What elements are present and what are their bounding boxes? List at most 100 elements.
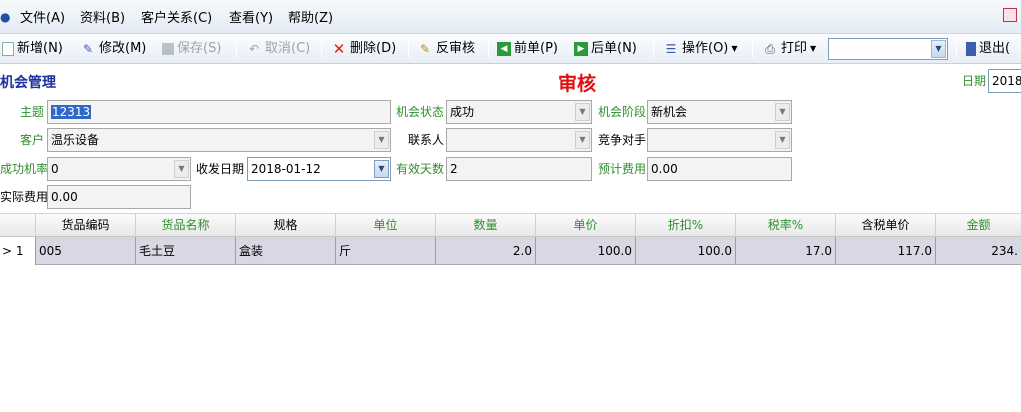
menu-crm[interactable]: 客户关系(C) [141,10,212,28]
cell-amount[interactable]: 234. [936,237,1021,265]
toolbar-separator [236,40,237,58]
operations-icon: ☰ [665,42,677,56]
customer-value: 温乐设备 [51,133,100,147]
save-icon [162,43,174,55]
row-indicator[interactable]: > 1 [0,237,36,265]
ship-date-picker[interactable]: 2018-01-12 ▼ [247,157,391,181]
undo-icon: ↶ [248,42,260,56]
save-button[interactable]: 保存(S) [162,37,221,61]
opportunity-form: 机会管理 审核 日期 2018 主题 12313 机会状态 成功 ▼ 机会阶段 新… [0,65,1021,215]
grid-header-corner [0,214,36,238]
column-header-code[interactable]: 货品编码 [36,214,136,238]
cell-taxed-price[interactable]: 117.0 [836,237,936,265]
chevron-down-icon[interactable]: ▼ [575,103,590,121]
column-header-taxed-price[interactable]: 含税单价 [836,214,936,238]
chevron-down-icon: ▼ [731,44,738,53]
customer-select[interactable]: 温乐设备 ▼ [47,128,391,152]
chevron-down-icon[interactable]: ▼ [374,131,389,149]
column-header-qty[interactable]: 数量 [436,214,536,238]
unaudit-button[interactable]: ✎ 反审核 [417,37,475,61]
menu-help[interactable]: 帮助(Z) [288,10,333,28]
exit-button-label: 退出( [979,41,1011,56]
menu-bar: ● 文件(A) 资料(B) 客户关系(C) 查看(Y) 帮助(Z) [0,0,1021,34]
valid-days-field[interactable]: 2 [446,157,592,181]
column-header-tax[interactable]: 税率% [736,214,836,238]
chevron-down-icon[interactable]: ▼ [775,131,790,149]
product-grid: 货品编码 货品名称 规格 单位 数量 单价 折扣% 税率% 含税单价 金额 > … [0,213,1021,268]
menu-view[interactable]: 查看(Y) [229,10,273,28]
ship-date-label: 收发日期 [195,162,244,176]
cell-discount[interactable]: 100.0 [636,237,736,265]
menu-data[interactable]: 资料(B) [80,10,125,28]
cancel-button[interactable]: ↶ 取消(C) [246,37,310,61]
app-icon: ● [0,10,11,24]
print-button-label: 打印 [781,41,808,56]
unaudit-button-label: 反审核 [436,41,476,56]
column-header-unit[interactable]: 单位 [336,214,436,238]
actual-cost-field[interactable]: 0.00 [47,185,191,209]
edit-icon: ✎ [82,42,94,56]
exit-button[interactable]: 退出( [966,37,1010,61]
menu-file[interactable]: 文件(A) [20,10,65,28]
cell-unit[interactable]: 斤 [336,237,436,265]
success-rate-select[interactable]: 0 ▼ [47,157,191,181]
window-restore-icon[interactable] [1003,8,1017,22]
date-field-value: 2018 [992,74,1021,88]
operations-button[interactable]: ☰ 操作(O) ▼ [663,37,738,61]
opp-stage-label: 机会阶段 [597,105,646,119]
toolbar-combo[interactable]: ▼ [828,38,948,60]
chevron-down-icon[interactable]: ▼ [174,160,189,178]
delete-button-label: 删除(D) [350,41,397,56]
unaudit-icon: ✎ [419,42,431,56]
opp-stage-select[interactable]: 新机会 ▼ [647,100,792,124]
delete-button[interactable]: ✕ 删除(D) [331,37,396,61]
est-cost-value: 0.00 [651,162,678,176]
opp-stage-value: 新机会 [651,105,688,119]
chevron-down-icon[interactable]: ▼ [931,40,946,58]
competitor-select[interactable]: ▼ [647,128,792,152]
actual-cost-label: 实际费用 [0,190,49,204]
date-field[interactable]: 2018 [988,69,1021,93]
column-header-spec[interactable]: 规格 [236,214,336,238]
prev-button-label: 前单(P) [514,41,558,56]
actual-cost-value: 0.00 [51,190,78,204]
cell-name[interactable]: 毛土豆 [136,237,236,265]
column-header-discount[interactable]: 折扣% [636,214,736,238]
column-header-price[interactable]: 单价 [536,214,636,238]
chevron-down-icon[interactable]: ▼ [374,160,389,178]
cell-price[interactable]: 100.0 [536,237,636,265]
table-row[interactable]: > 1 005 毛土豆 盒装 斤 2.0 100.0 100.0 17.0 11… [0,237,1021,265]
cell-code[interactable]: 005 [36,237,136,265]
cancel-button-label: 取消(C) [265,41,311,56]
valid-days-value: 2 [450,162,458,176]
chevron-down-icon[interactable]: ▼ [575,131,590,149]
cell-tax[interactable]: 17.0 [736,237,836,265]
cell-spec[interactable]: 盒装 [236,237,336,265]
contact-select[interactable]: ▼ [446,128,592,152]
print-button[interactable]: ⎙ 打印 ▼ [762,37,816,61]
column-header-amount[interactable]: 金额 [936,214,1021,238]
next-button[interactable]: ▶ 后单(N) [574,37,637,61]
edit-button[interactable]: ✎ 修改(M) [80,37,146,61]
prev-arrow-icon: ◀ [497,42,511,56]
ship-date-value: 2018-01-12 [251,162,321,176]
est-cost-field[interactable]: 0.00 [647,157,792,181]
subject-field[interactable]: 12313 [47,100,391,124]
toolbar-separator [752,40,753,58]
opp-status-select[interactable]: 成功 ▼ [446,100,592,124]
next-button-label: 后单(N) [591,41,637,56]
prev-button[interactable]: ◀ 前单(P) [497,37,558,61]
toolbar-separator [956,40,957,58]
column-header-name[interactable]: 货品名称 [136,214,236,238]
competitor-label: 竞争对手 [597,133,646,147]
new-button-label: 新增(N) [17,41,63,56]
new-button[interactable]: 新增(N) [2,37,63,61]
est-cost-label: 预计费用 [597,162,646,176]
cell-qty[interactable]: 2.0 [436,237,536,265]
toolbar-separator [321,40,322,58]
new-document-icon [2,42,14,56]
next-arrow-icon: ▶ [574,42,588,56]
chevron-down-icon[interactable]: ▼ [775,103,790,121]
edit-button-label: 修改(M) [99,41,147,56]
row-pointer-icon: > [2,244,13,258]
